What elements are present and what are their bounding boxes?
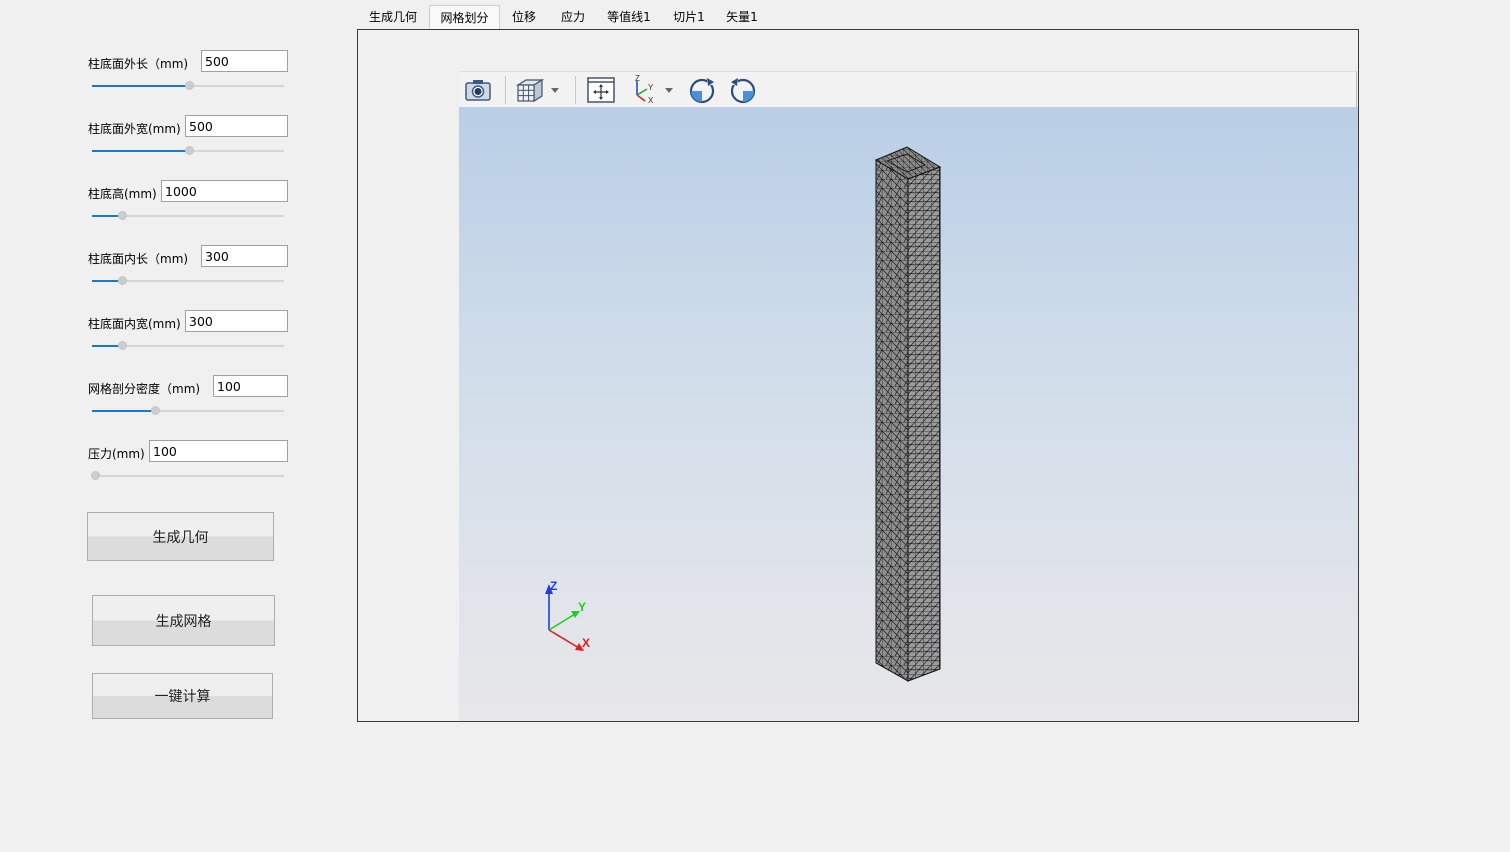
pressure-input[interactable] (149, 440, 288, 462)
chevron-down-icon[interactable] (548, 75, 562, 105)
fit-view-icon[interactable] (586, 75, 616, 105)
camera-icon[interactable] (463, 75, 493, 105)
3d-viewport[interactable]: Z Y X (459, 107, 1358, 721)
tab-mesh[interactable]: 网格划分 (429, 5, 500, 29)
viewer-toolbar: Z Y X (459, 71, 1357, 107)
rotate-ccw-icon[interactable] (728, 75, 758, 105)
tab-vector[interactable]: 矢量1 (722, 5, 762, 29)
inner-length-slider[interactable] (92, 275, 284, 287)
param-label-outer-width: 柱底面外宽(mm) (88, 122, 181, 136)
param-label-height: 柱底高(mm) (88, 187, 157, 201)
param-label-inner-width: 柱底面内宽(mm) (88, 317, 181, 331)
mesh-face-front (875, 159, 909, 682)
inner-length-input[interactable] (201, 245, 288, 267)
chevron-down-icon[interactable] (662, 75, 676, 105)
tab-generate-geometry[interactable]: 生成几何 (362, 5, 424, 29)
axis-label-y: Y (578, 600, 586, 614)
svg-text:Y: Y (648, 83, 654, 92)
mesh-density-slider[interactable] (92, 405, 284, 417)
svg-text:Z: Z (635, 75, 640, 83)
generate-mesh-button[interactable]: 生成网格 (92, 595, 275, 646)
tab-slice[interactable]: 切片1 (669, 5, 709, 29)
rotate-cw-icon[interactable] (687, 75, 717, 105)
outer-length-slider[interactable] (92, 80, 284, 92)
mesh-density-input[interactable] (213, 375, 288, 397)
param-label-inner-length: 柱底面内长（mm) (88, 252, 189, 266)
generate-geometry-button[interactable]: 生成几何 (87, 512, 274, 561)
height-input[interactable] (161, 180, 288, 202)
outer-length-input[interactable] (201, 50, 288, 72)
tab-displacement[interactable]: 位移 (506, 5, 542, 29)
param-label-pressure: 压力(mm) (88, 447, 145, 461)
outer-width-slider[interactable] (92, 145, 284, 157)
axis-label-z: Z (550, 579, 557, 593)
tab-stress[interactable]: 应力 (555, 5, 591, 29)
height-slider[interactable] (92, 210, 284, 222)
toolbar-separator (575, 76, 576, 104)
param-label-mesh-density: 网格剖分密度（mm) (88, 382, 201, 396)
pressure-slider[interactable] (91, 470, 284, 482)
outer-width-input[interactable] (185, 115, 288, 137)
svg-text:X: X (648, 96, 654, 105)
inner-width-input[interactable] (185, 310, 288, 332)
tab-contour[interactable]: 等值线1 (603, 5, 655, 29)
axes-triad: Z Y X (545, 579, 590, 651)
mesh-face-side (907, 166, 941, 682)
view-cube-icon[interactable] (515, 75, 545, 105)
one-click-compute-button[interactable]: 一键计算 (92, 673, 273, 719)
param-label-outer-length: 柱底面外长（mm) (88, 57, 189, 71)
axes-orientation-icon[interactable]: Z Y X (629, 74, 659, 105)
toolbar-separator (505, 76, 506, 104)
axis-label-x: X (582, 636, 590, 650)
inner-width-slider[interactable] (92, 340, 284, 352)
